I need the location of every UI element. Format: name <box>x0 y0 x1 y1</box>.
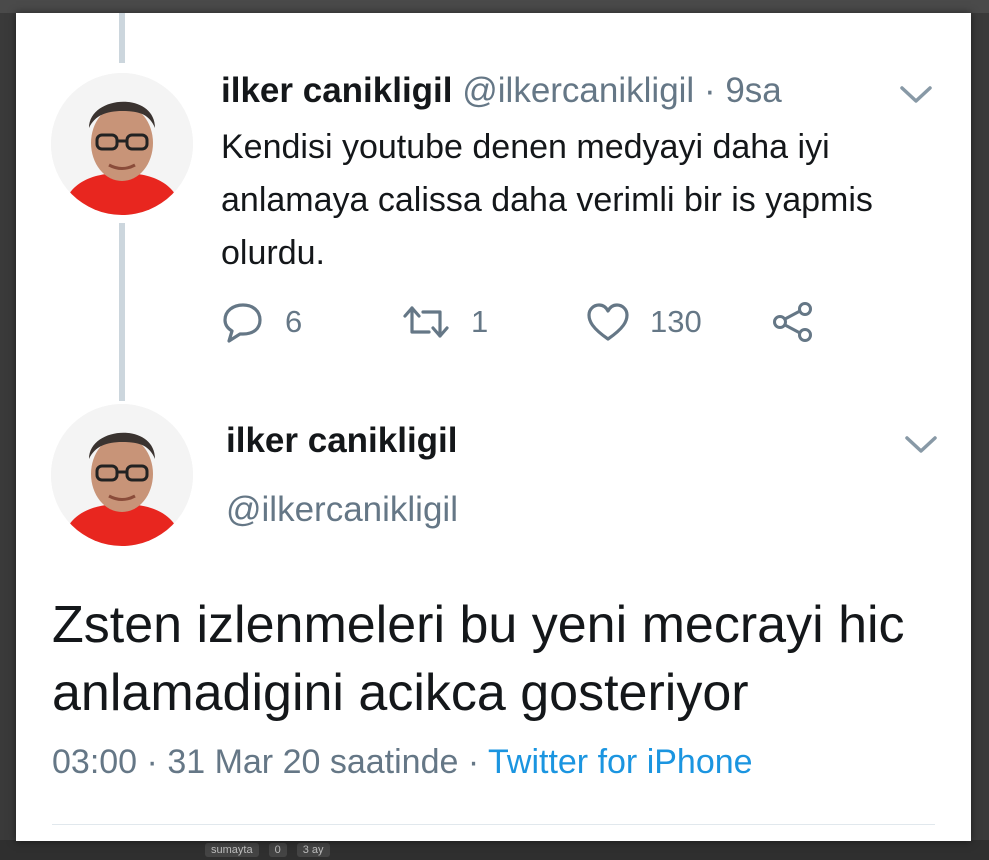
tweet-card: ilker canikligil @ilkercanikligil · 9sa … <box>16 13 971 841</box>
divider <box>52 824 935 825</box>
author-name[interactable]: ilker canikligil <box>221 71 453 110</box>
like-icon <box>586 302 630 342</box>
reply-count: 6 <box>285 304 303 339</box>
background-footer: sumayta 0 3 ay <box>0 840 989 860</box>
background-age: 3 ay <box>296 843 330 857</box>
share-icon <box>771 300 815 344</box>
chevron-down-icon[interactable] <box>899 85 933 110</box>
chevron-down-icon[interactable] <box>904 435 938 460</box>
tweet-date[interactable]: 31 Mar 20 saatinde <box>167 743 458 781</box>
reply-icon <box>221 300 265 344</box>
tweet-text: Kendisi youtube denen medyayi daha iyi a… <box>221 128 873 272</box>
share-button[interactable] <box>771 300 815 344</box>
background-comments: 0 <box>268 843 287 857</box>
avatar[interactable] <box>51 73 193 215</box>
avatar[interactable] <box>51 404 193 546</box>
background-page <box>0 0 989 13</box>
retweet-icon <box>401 302 451 342</box>
author-name[interactable]: ilker canikligil <box>226 421 458 461</box>
header-separator: · <box>694 71 726 110</box>
tweet-source-link[interactable]: Twitter for iPhone <box>488 743 753 781</box>
retweet-button[interactable]: 1 <box>401 302 586 342</box>
author-handle[interactable]: @ilkercanikligil <box>462 71 694 110</box>
tweet-actions: 6 1 130 <box>221 297 815 347</box>
reply-button[interactable]: 6 <box>221 300 401 344</box>
tweet-time[interactable]: 03:00 <box>52 743 137 781</box>
thread-line-top <box>119 13 125 63</box>
meta-separator: · <box>137 743 168 781</box>
like-count: 130 <box>650 304 702 339</box>
author-handle[interactable]: @ilkercanikligil <box>226 490 458 530</box>
meta-separator: · <box>458 743 488 781</box>
background-user: sumayta <box>205 843 259 857</box>
tweet-header: ilker canikligil @ilkercanikligil · 9sa <box>221 71 782 111</box>
tweet-time[interactable]: 9sa <box>725 71 781 110</box>
avatar-photo <box>51 404 193 546</box>
tweet-meta: 03:00 · 31 Mar 20 saatinde · Twitter for… <box>52 743 753 782</box>
avatar-photo <box>51 73 193 215</box>
retweet-count: 1 <box>471 304 489 339</box>
tweet-text: Zsten izlenmeleri bu yeni mecrayi hic an… <box>52 596 905 722</box>
like-button[interactable]: 130 <box>586 302 771 342</box>
thread-line-bottom <box>119 223 125 401</box>
